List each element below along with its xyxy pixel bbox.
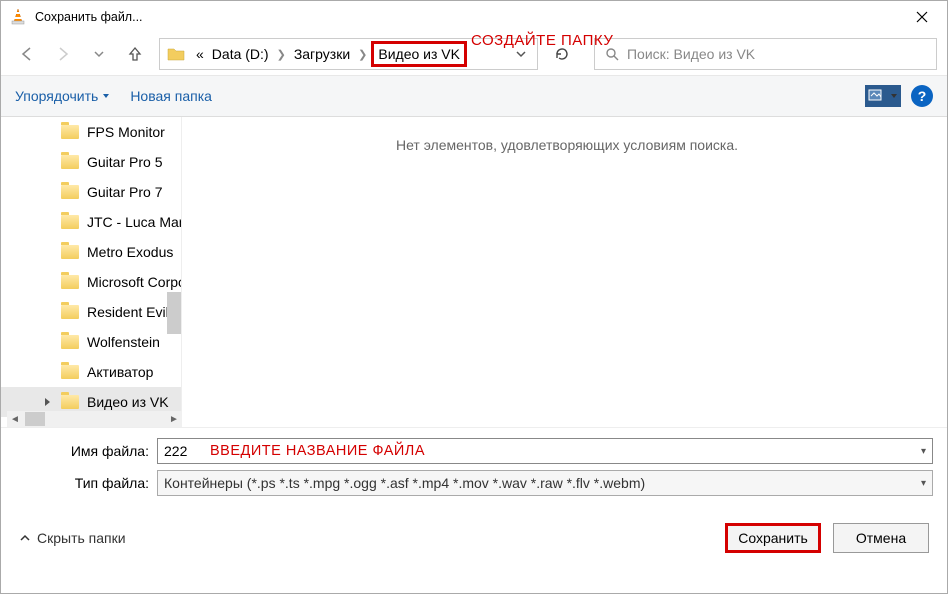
form-area: Имя файла: 222 ▾ ВВЕДИТЕ НАЗВАНИЕ ФАЙЛА … (1, 427, 947, 510)
chevron-down-icon[interactable]: ▾ (921, 478, 926, 489)
folder-icon (61, 215, 79, 229)
filename-value: 222 (164, 443, 187, 459)
close-button[interactable] (899, 1, 945, 33)
tree-item[interactable]: Wolfenstein (1, 327, 181, 357)
folder-icon (61, 335, 79, 349)
recent-locations-button[interactable] (83, 40, 115, 68)
breadcrumb-downloads[interactable]: Загрузки (290, 44, 354, 64)
back-button[interactable] (11, 40, 43, 68)
folder-icon (166, 44, 186, 64)
folder-icon (61, 365, 79, 379)
tree-item[interactable]: FPS Monitor (1, 117, 181, 147)
filename-input[interactable]: 222 ▾ (157, 438, 933, 464)
tree-item[interactable]: Активатор (1, 357, 181, 387)
organize-menu[interactable]: Упорядочить (15, 88, 110, 104)
tree-item-label: Microsoft Corporation (87, 274, 181, 290)
chevron-right-icon: ❯ (273, 48, 290, 61)
chevron-right-icon: ❯ (354, 48, 371, 61)
breadcrumb-current[interactable]: Видео из VK (371, 41, 467, 67)
tree-item[interactable]: Guitar Pro 7 (1, 177, 181, 207)
search-input[interactable]: Поиск: Видео из VK (594, 38, 937, 70)
hide-folders-toggle[interactable]: Скрыть папки (19, 530, 126, 546)
toolbar: Упорядочить Новая папка ? (1, 75, 947, 117)
tree-item-label: FPS Monitor (87, 124, 165, 140)
chevron-down-icon[interactable]: ▾ (921, 446, 926, 457)
scroll-right-icon[interactable]: ► (166, 414, 182, 425)
search-icon (605, 47, 619, 61)
folder-icon (61, 155, 79, 169)
tree-item[interactable]: Resident Evil (1, 297, 181, 327)
empty-message: Нет элементов, удовлетворяющих условиям … (187, 137, 947, 153)
window-title: Сохранить файл... (35, 10, 899, 24)
footer: Скрыть папки Сохранить Отмена (1, 510, 947, 566)
hscroll-thumb[interactable] (25, 412, 45, 426)
vlc-icon (9, 8, 27, 26)
breadcrumb-overflow[interactable]: « (192, 44, 208, 64)
new-folder-button[interactable]: Новая папка (130, 88, 212, 104)
tree-item-label: Активатор (87, 364, 153, 380)
scroll-left-icon[interactable]: ◄ (7, 414, 23, 425)
view-options-button[interactable] (865, 85, 901, 107)
tree-item[interactable]: Metro Exodus (1, 237, 181, 267)
filetype-value: Контейнеры (*.ps *.ts *.mpg *.ogg *.asf … (164, 475, 645, 491)
tree-item-label: Metro Exodus (87, 244, 173, 260)
filename-label: Имя файла: (15, 443, 157, 459)
help-button[interactable]: ? (911, 85, 933, 107)
save-button[interactable]: Сохранить (725, 523, 821, 553)
folder-tree[interactable]: FPS Monitor Guitar Pro 5 Guitar Pro 7 JT… (1, 117, 181, 427)
tree-item[interactable]: Guitar Pro 5 (1, 147, 181, 177)
folder-icon (61, 275, 79, 289)
tree-item-label: Wolfenstein (87, 334, 160, 350)
filetype-select[interactable]: Контейнеры (*.ps *.ts *.mpg *.ogg *.asf … (157, 470, 933, 496)
tree-hscroll[interactable]: ◄ ► (7, 411, 182, 427)
cancel-button[interactable]: Отмена (833, 523, 929, 553)
hide-folders-label: Скрыть папки (37, 530, 126, 546)
folder-icon (61, 395, 79, 409)
breadcrumb-drive[interactable]: Data (D:) (208, 44, 273, 64)
search-placeholder: Поиск: Видео из VK (627, 46, 755, 62)
folder-icon (61, 305, 79, 319)
folder-icon (61, 245, 79, 259)
nav-bar: СОЗДАЙТЕ ПАПКУ « Data (D:) ❯ Загрузки ❯ … (1, 33, 947, 75)
folder-icon (61, 185, 79, 199)
tree-item-label: JTC - Luca Mantovanelli (87, 214, 181, 230)
tree-item[interactable]: JTC - Luca Mantovanelli (1, 207, 181, 237)
tree-item[interactable]: Microsoft Corporation (1, 267, 181, 297)
annotation-create-folder: СОЗДАЙТЕ ПАПКУ (471, 32, 613, 49)
tree-item-label: Видео из VK (87, 394, 169, 410)
tree-scrollbar-thumb[interactable] (167, 292, 181, 334)
tree-item-label: Guitar Pro 7 (87, 184, 162, 200)
file-list[interactable]: Нет элементов, удовлетворяющих условиям … (187, 117, 947, 427)
forward-button[interactable] (47, 40, 79, 68)
tree-item-label: Guitar Pro 5 (87, 154, 162, 170)
address-dropdown[interactable] (507, 48, 535, 60)
tree-item-label: Resident Evil (87, 304, 169, 320)
folder-icon (61, 125, 79, 139)
filetype-label: Тип файла: (15, 475, 157, 491)
title-bar: Сохранить файл... (1, 1, 947, 33)
up-button[interactable] (119, 40, 151, 68)
content-area: FPS Monitor Guitar Pro 5 Guitar Pro 7 JT… (1, 117, 947, 427)
chevron-up-icon (19, 532, 31, 544)
